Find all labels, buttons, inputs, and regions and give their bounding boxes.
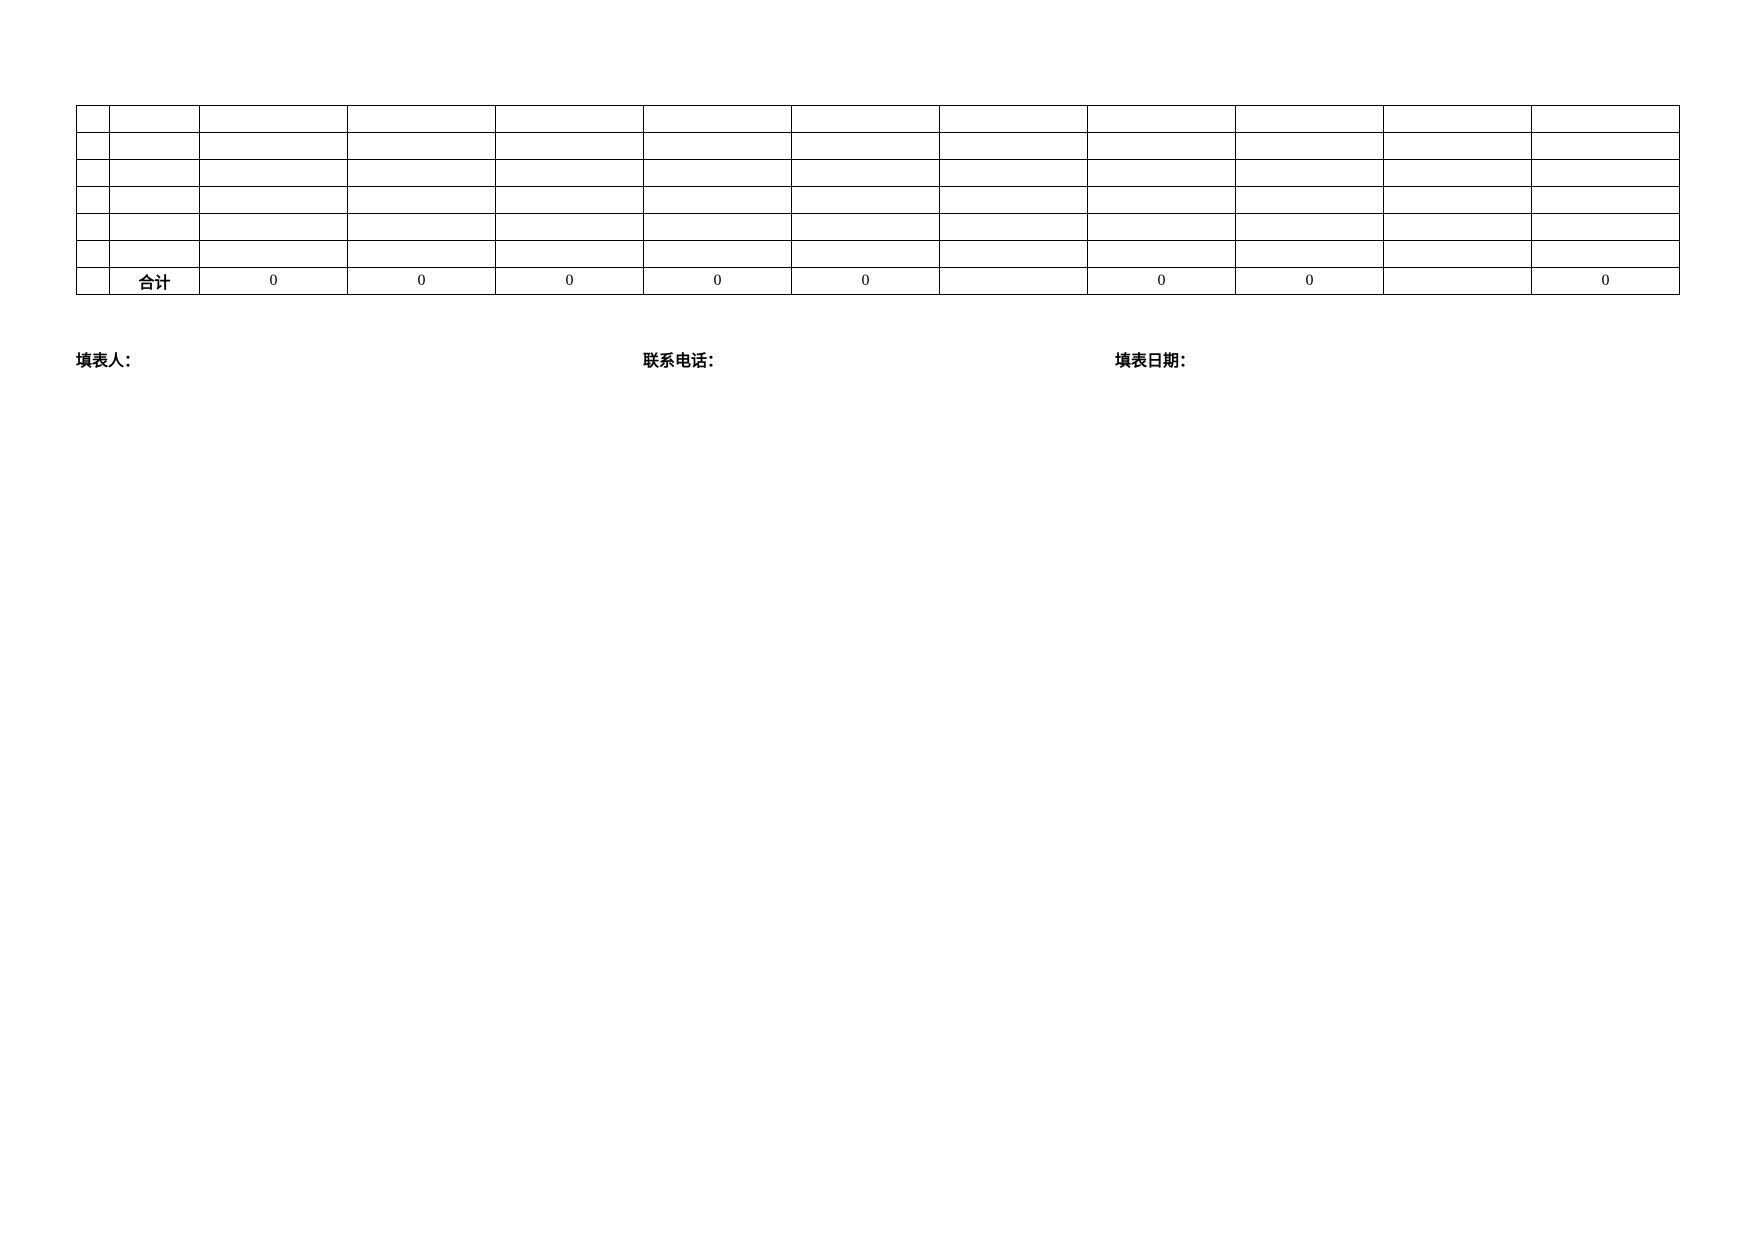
data-table-container: 合计 0 0 0 0 0 0 0 0 [76,105,1678,295]
table-cell: 0 [496,268,644,295]
table-cell [110,214,200,241]
table-cell [77,241,110,268]
table-cell [1532,160,1680,187]
table-cell [1236,160,1384,187]
table-row [77,160,1680,187]
table-cell [1532,241,1680,268]
table-cell [110,187,200,214]
table-cell [940,268,1088,295]
table-cell [1088,241,1236,268]
table-cell [1088,160,1236,187]
table-cell [1088,106,1236,133]
table-cell [1532,106,1680,133]
date-label: 填表日期： [1115,347,1195,371]
table-cell [348,214,496,241]
table-cell: 0 [1088,268,1236,295]
table-cell [200,106,348,133]
table-row [77,187,1680,214]
table-cell [1088,187,1236,214]
table-cell [940,214,1088,241]
table-cell [792,160,940,187]
table-cell [792,187,940,214]
table-cell [110,133,200,160]
table-cell [200,214,348,241]
table-cell [792,106,940,133]
table-cell [348,241,496,268]
table-cell [792,241,940,268]
table-cell: 0 [792,268,940,295]
table-cell [496,133,644,160]
table-cell [1384,106,1532,133]
table-cell [77,268,110,295]
table-cell [940,106,1088,133]
table-cell [940,160,1088,187]
table-cell [1384,160,1532,187]
table-cell: 0 [1236,268,1384,295]
table-cell [200,187,348,214]
table-cell [1384,214,1532,241]
table-cell [200,160,348,187]
table-cell [77,133,110,160]
table-cell [110,160,200,187]
table-cell [77,187,110,214]
table-cell [496,106,644,133]
table-cell [1384,268,1532,295]
table-cell [940,133,1088,160]
table-cell: 0 [644,268,792,295]
table-cell [77,214,110,241]
table-cell [792,133,940,160]
table-cell [644,241,792,268]
table-cell [348,187,496,214]
phone-label: 联系电话： [643,347,723,371]
table-cell [200,133,348,160]
table-cell [1236,241,1384,268]
table-cell [1384,187,1532,214]
table-cell [348,106,496,133]
table-cell: 0 [1532,268,1680,295]
table-cell [110,241,200,268]
table-row [77,214,1680,241]
table-cell [348,160,496,187]
total-label-cell: 合计 [110,268,200,295]
table-cell [1384,133,1532,160]
data-table: 合计 0 0 0 0 0 0 0 0 [76,105,1680,295]
table-cell [1236,187,1384,214]
table-cell [1088,214,1236,241]
filler-label: 填表人： [76,347,140,371]
table-cell [644,160,792,187]
table-total-row: 合计 0 0 0 0 0 0 0 0 [77,268,1680,295]
table-row [77,241,1680,268]
table-row [77,133,1680,160]
table-cell [110,106,200,133]
table-cell [940,187,1088,214]
table-cell [1236,106,1384,133]
table-cell [644,133,792,160]
table-cell [644,214,792,241]
table-cell [1532,187,1680,214]
table-cell [496,214,644,241]
table-cell: 0 [348,268,496,295]
table-cell [1384,241,1532,268]
table-cell [1532,214,1680,241]
table-cell [1236,214,1384,241]
table-cell [1236,133,1384,160]
table-row [77,106,1680,133]
table-cell [200,241,348,268]
table-cell [792,214,940,241]
table-cell [1088,133,1236,160]
table-cell [644,106,792,133]
table-cell [496,187,644,214]
table-cell [77,160,110,187]
table-cell [1532,133,1680,160]
table-cell [940,241,1088,268]
table-cell [77,106,110,133]
table-cell [496,160,644,187]
table-cell [348,133,496,160]
table-cell [496,241,644,268]
table-cell: 0 [200,268,348,295]
table-cell [644,187,792,214]
